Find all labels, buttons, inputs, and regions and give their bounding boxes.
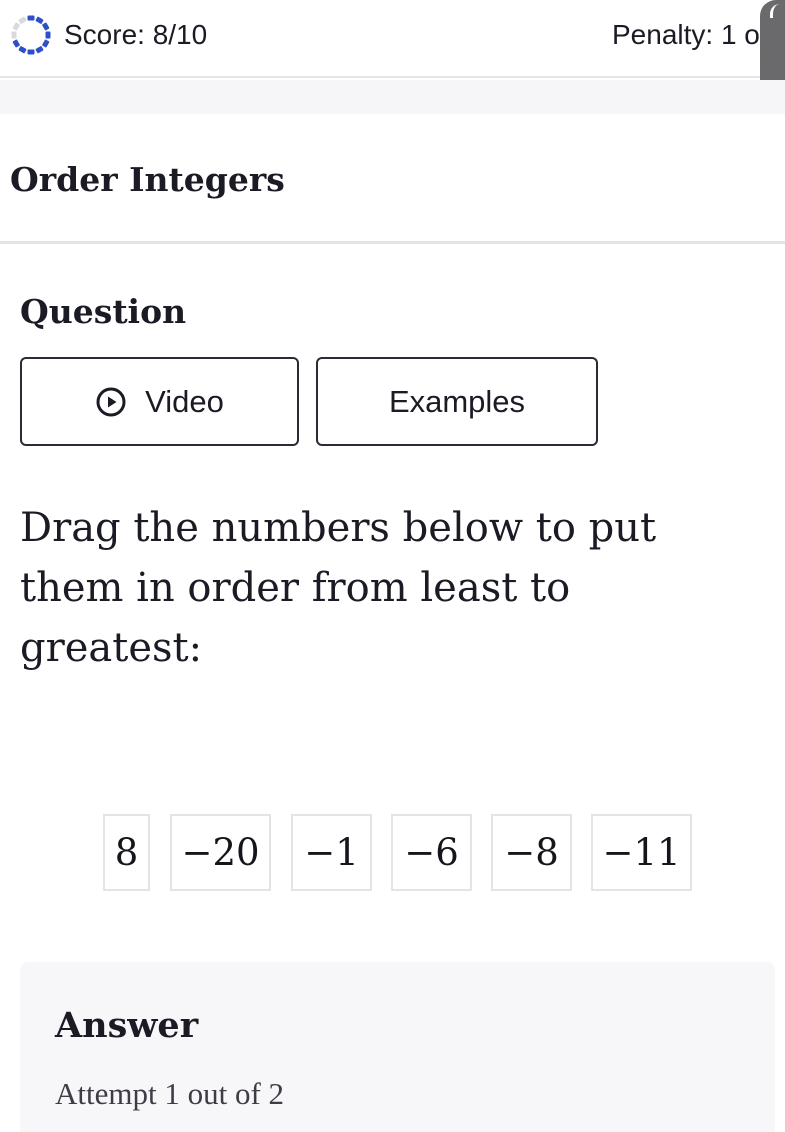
number-tile[interactable]: −20	[170, 814, 271, 891]
progress-ring-segment	[27, 49, 35, 55]
number-tile[interactable]: −8	[491, 814, 572, 891]
page-title: Order Integers	[10, 160, 285, 199]
top-bar: Score: 8/10 Penalty: 1 o	[0, 0, 785, 78]
progress-ring-segment	[18, 46, 27, 54]
progress-ring-segment	[42, 39, 50, 48]
question-prompt: Drag the numbers below to put them in or…	[20, 505, 657, 671]
number-tile[interactable]: −1	[291, 814, 372, 891]
play-circle-icon	[96, 387, 126, 416]
progress-ring-segment	[12, 39, 20, 48]
number-tile[interactable]: 8	[103, 814, 150, 891]
progress-ring-segment	[12, 22, 20, 31]
video-button[interactable]: Video	[20, 357, 299, 446]
progress-ring-segment	[18, 16, 27, 24]
number-tile[interactable]: −11	[591, 814, 692, 891]
question-heading: Question	[20, 292, 187, 331]
progress-ring-segment	[42, 22, 50, 31]
number-tile[interactable]: −6	[391, 814, 472, 891]
progress-ring-segment	[11, 31, 17, 39]
progress-ring-segment	[35, 16, 44, 24]
answer-heading: Answer	[55, 1005, 199, 1046]
examples-button-label: Examples	[388, 383, 526, 419]
section-divider	[0, 241, 785, 244]
progress-ring-segment	[35, 46, 44, 54]
header-band	[0, 80, 785, 114]
attempt-counter: Attempt 1 out of 2	[55, 1076, 285, 1111]
progress-ring-icon	[11, 15, 51, 55]
progress-ring-segment	[45, 31, 51, 39]
video-button-label: Video	[145, 383, 224, 419]
score-label: Score: 8/10	[64, 19, 208, 50]
progress-ring-segment	[27, 15, 35, 21]
examples-button[interactable]: Examples	[316, 357, 598, 446]
